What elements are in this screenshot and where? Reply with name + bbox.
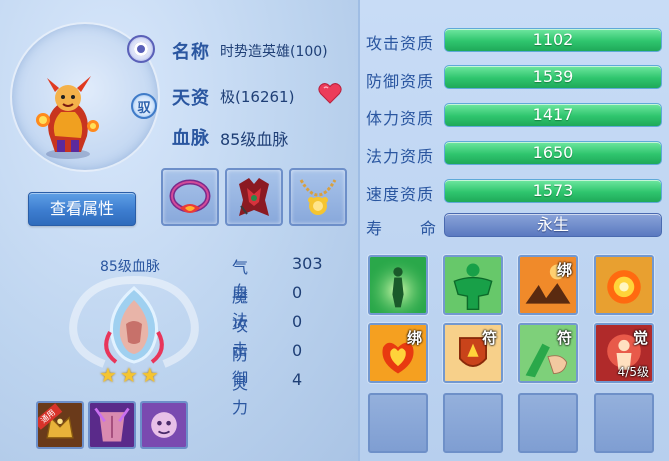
aptitude-label-magic: 法力资质 [366,147,435,166]
necklace-icon [299,179,337,215]
aptitude-bar-defense: 1539 [444,65,662,89]
stat-value: 0 [292,283,303,302]
pet-detail-screen: 驭 查看属性 名称 时势造英雄(100) 天资 极(16261) 血脉 85级血… [0,0,669,461]
awaken-level: 4/5级 [617,365,649,379]
equipment-slot-armor[interactable] [225,168,283,226]
bloodline-item-mask[interactable] [140,401,188,449]
bloodline-stars: ★ ★ ★ [99,364,159,386]
stat-value: 303 [292,254,323,273]
armor-icon [239,178,269,216]
fireball-icon [596,257,652,313]
green-figure-icon [370,257,426,313]
awaken-mark: 觉 [632,329,648,347]
skill-slot-7[interactable]: 符 [518,323,578,383]
equipment-slot-necklace[interactable] [289,168,347,226]
star-icon: ★ [140,363,159,387]
aptitude-bar-magic: 1650 [444,141,662,165]
rune-mark: 符 [556,329,572,347]
empty-skill-slot[interactable] [443,393,503,453]
bloodline-value: 85级血脉 [220,130,289,149]
bind-mark: 绑 [556,261,572,279]
aptitude-label-stamina: 体力资质 [366,109,435,128]
collar-icon [169,179,211,213]
name-value: 时势造英雄(100) [220,44,328,60]
bloodline-item-crown[interactable]: 通用 [36,401,84,449]
aptitude-label-speed: 速度资质 [366,185,435,204]
name-label: 名称 [172,42,210,63]
aptitude-label: 天资 [172,88,210,109]
empty-skill-slot[interactable] [368,393,428,453]
empty-skill-slot[interactable] [518,393,578,453]
empty-skill-slot[interactable] [594,393,654,453]
purple-torso-icon [90,403,134,447]
green-muscle-icon [445,257,501,313]
aptitude-bar-speed: 1573 [444,179,662,203]
lifespan-label-b: 命 [420,219,438,238]
skill-slot-4[interactable] [594,255,654,315]
bloodline-item-torso[interactable] [88,401,136,449]
pet-portrait-image[interactable] [35,74,101,160]
star-icon: ★ [119,363,138,387]
skill-slot-8[interactable]: 觉 4/5级 [594,323,654,383]
aptitude-bar-stamina: 1417 [444,103,662,127]
aptitude-bar-attack: 1102 [444,28,662,52]
lifespan-bar: 永生 [444,213,662,237]
star-icon: ★ [99,363,117,387]
skill-slot-6[interactable]: 符 [443,323,503,383]
aptitude-label-attack: 攻击资质 [366,34,435,53]
view-attributes-button[interactable]: 查看属性 [28,192,136,226]
stat-value: 0 [292,341,303,360]
ring-badge-icon[interactable] [127,35,155,63]
heart-icon[interactable] [318,82,342,104]
purple-mask-icon [142,403,186,447]
aptitude-label-defense: 防御资质 [366,72,435,91]
stat-value: 0 [292,312,303,331]
skill-slot-1[interactable] [368,255,428,315]
stat-value: 4 [292,370,303,389]
skill-slot-5[interactable]: 绑 [368,323,428,383]
stat-label: 灵力 [232,374,249,417]
rune-mark: 符 [481,329,497,347]
bloodline-label: 血脉 [172,128,210,149]
bind-mark: 绑 [406,329,422,347]
skill-slot-3[interactable]: 绑 [518,255,578,315]
lifespan-label-a: 寿 [366,219,384,238]
equipment-slot-collar[interactable] [161,168,219,226]
skill-slot-2[interactable] [443,255,503,315]
aptitude-value: 极(16261) [220,88,295,106]
role-badge[interactable]: 驭 [131,93,157,119]
